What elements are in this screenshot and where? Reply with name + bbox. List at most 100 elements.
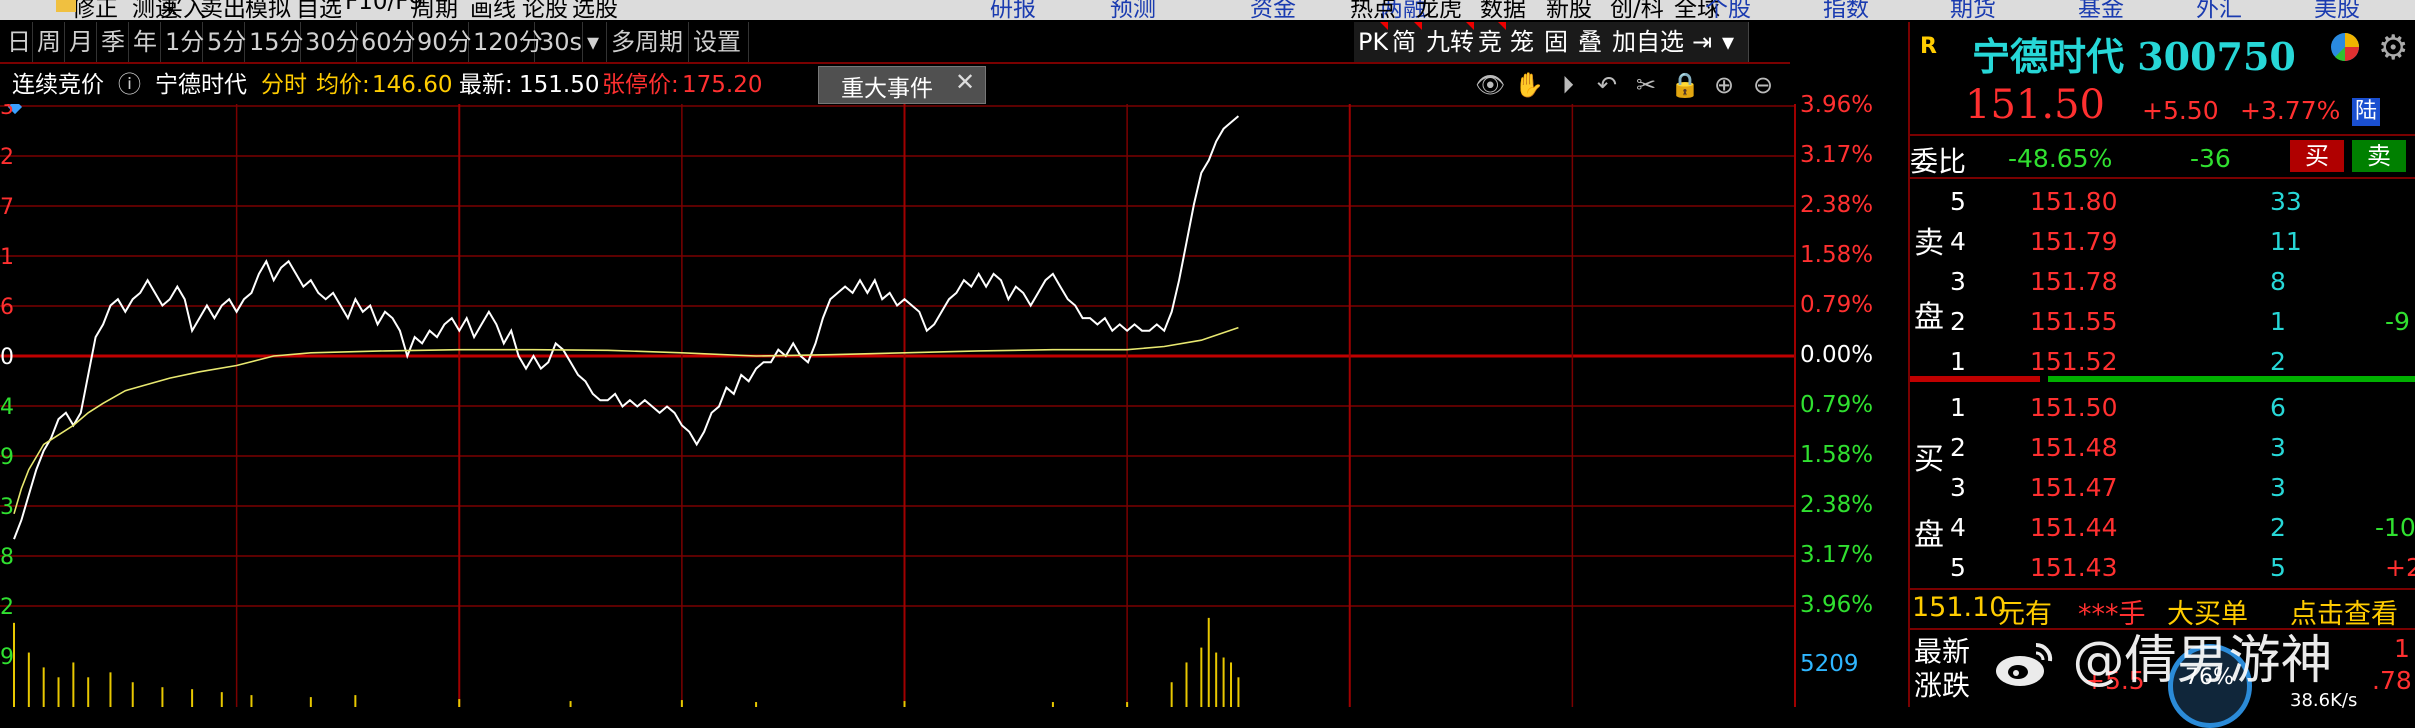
period-tab-8[interactable]: 30分: [300, 22, 360, 62]
menu-blue-item-1[interactable]: 预测: [1110, 0, 1156, 20]
last-price-label: 最新:: [459, 72, 513, 98]
period-tab-15[interactable]: 设置: [688, 22, 749, 62]
weibi-value: -48.65%: [2008, 144, 2113, 173]
menu-right-item-1[interactable]: 龙虎: [1416, 0, 1462, 20]
hand-icon[interactable]: ✋: [1514, 70, 1544, 100]
chart-tool-3[interactable]: 竞: [1474, 22, 1507, 62]
menu-right-item-4[interactable]: 创/科: [1610, 0, 1664, 20]
sell-button[interactable]: 卖: [2352, 140, 2406, 172]
chart-tool-0[interactable]: PK: [1354, 22, 1389, 62]
pct-tick-label: 3.17%: [1800, 142, 1874, 168]
zoom-out-icon[interactable]: ⊖: [1748, 70, 1778, 100]
left-axis-fragment: 3: [0, 104, 14, 120]
pie-chart-icon[interactable]: [2330, 32, 2360, 62]
avg-price-label: 均价:: [316, 72, 370, 98]
orderbook-price: 151.52: [2030, 347, 2118, 376]
menu-blue-right-item-5[interactable]: 美股: [2314, 0, 2360, 20]
menu-blue-right-item-0[interactable]: 个股: [1705, 0, 1751, 20]
orderbook-row[interactable]: 3 151.78 8: [1910, 263, 2415, 303]
period-tab-12[interactable]: 30s: [534, 22, 583, 62]
orderbook-row[interactable]: 4 151.79 11: [1910, 223, 2415, 263]
menu-right-item-2[interactable]: 数据: [1480, 0, 1526, 20]
orderbook-volume: 2: [2270, 513, 2286, 542]
orderbook-row[interactable]: 3 151.47 3: [1910, 469, 2415, 509]
chart-tool-5[interactable]: 固: [1540, 22, 1575, 62]
period-tab-0[interactable]: 日: [2, 22, 33, 62]
period-tab-6[interactable]: 5分: [202, 22, 246, 62]
menu-item-5[interactable]: 自选: [296, 0, 342, 20]
orderbook-volume: 8: [2270, 267, 2286, 296]
menu-blue-right-item-1[interactable]: 指数: [1823, 0, 1869, 20]
close-icon[interactable]: ✕: [955, 68, 975, 96]
period-tab-14[interactable]: 多周期: [606, 22, 689, 62]
pct-tick-label: 2.38%: [1800, 192, 1874, 218]
period-tab-1[interactable]: 周: [32, 22, 65, 62]
pct-tick-label: 3.96%: [1800, 592, 1874, 618]
scissors-icon[interactable]: ✂: [1631, 70, 1661, 100]
eye-icon[interactable]: 👁: [1475, 70, 1505, 100]
menu-item-10[interactable]: 选股: [572, 0, 618, 20]
chart-tool-6[interactable]: 叠: [1574, 22, 1609, 62]
orderbook-price: 151.44: [2030, 513, 2118, 542]
menu-item-7[interactable]: 周期: [412, 0, 458, 20]
info-icon[interactable]: ⓘ: [118, 68, 141, 102]
menu-item-4[interactable]: 模拟: [245, 0, 291, 20]
orderbook-row[interactable]: 1 151.50 6: [1910, 389, 2415, 429]
period-tab-2[interactable]: 月: [64, 22, 97, 62]
orderbook-row[interactable]: 2 151.48 3: [1910, 429, 2415, 469]
chart-tool-4[interactable]: 笼: [1506, 22, 1541, 62]
chart-tool-1[interactable]: 简: [1388, 22, 1423, 62]
orderbook-volume: 2: [2270, 347, 2286, 376]
orderbook-row[interactable]: 4 151.44 2 -10: [1910, 509, 2415, 549]
menu-blue-item-2[interactable]: 资金: [1250, 0, 1296, 20]
right-fragment-1: 1: [2394, 634, 2410, 663]
chart-tool-7[interactable]: 加自选: [1608, 22, 1689, 62]
menu-item-0[interactable]: 修正: [72, 0, 118, 20]
undo-icon[interactable]: ↶: [1592, 70, 1622, 100]
period-tab-10[interactable]: 90分: [412, 22, 472, 62]
menu-blue-right-item-2[interactable]: 期货: [1950, 0, 1996, 20]
orderbook-level: 2: [1950, 307, 1966, 336]
period-tab-3[interactable]: 季: [96, 22, 129, 62]
major-events-label: 重大事件: [841, 76, 933, 102]
orderbook-row[interactable]: 5 151.43 5 +2: [1910, 549, 2415, 589]
zoom-in-icon[interactable]: ⊕: [1709, 70, 1739, 100]
period-tab-7[interactable]: 15分: [244, 22, 304, 62]
period-tab-11[interactable]: 120分: [468, 22, 543, 62]
orderbook-volume: 11: [2270, 227, 2302, 256]
menu-item-3[interactable]: 卖出: [200, 0, 246, 20]
period-tab-9[interactable]: 60分: [356, 22, 416, 62]
menu-item-8[interactable]: 画线: [470, 0, 516, 20]
menu-blue-right-item-3[interactable]: 基金: [2078, 0, 2124, 20]
lu-badge[interactable]: 陆: [2352, 98, 2380, 126]
period-tab-5[interactable]: 1分: [160, 22, 204, 62]
chart-tool-9[interactable]: ▾: [1718, 22, 1749, 62]
menu-item-9[interactable]: 论股: [522, 0, 568, 20]
major-events-tab[interactable]: 重大事件 ✕: [818, 66, 986, 104]
period-tab-4[interactable]: 年: [128, 22, 161, 62]
orderbook-level: 3: [1950, 267, 1966, 296]
buy-button[interactable]: 买: [2290, 140, 2344, 172]
menu-right-item-0[interactable]: 热点: [1350, 0, 1396, 20]
orderbook-level: 2: [1950, 433, 1966, 462]
orderbook-level: 4: [1950, 227, 1966, 256]
chart-tool-8[interactable]: ⇥: [1688, 22, 1719, 62]
menu-logo-icon[interactable]: [56, 0, 76, 12]
menu-blue-item-0[interactable]: 研报: [990, 0, 1036, 20]
lock-icon[interactable]: 🔒: [1670, 70, 1700, 100]
left-axis-fragment: 8: [0, 545, 14, 570]
orderbook-price: 151.50: [2030, 393, 2118, 422]
chart-tool-2[interactable]: 九转: [1422, 22, 1475, 62]
play-icon[interactable]: ⏵: [1553, 70, 1583, 100]
menu-blue-right-item-4[interactable]: 外汇: [2196, 0, 2242, 20]
orderbook-row[interactable]: 2 151.55 1 -9: [1910, 303, 2415, 343]
orderbook-price: 151.80: [2030, 187, 2118, 216]
left-axis-fragment: 9: [0, 445, 14, 470]
period-tab-13[interactable]: ▾: [582, 22, 607, 62]
current-price: 151.50: [1965, 82, 2105, 128]
orderbook-row[interactable]: 5 151.80 33: [1910, 183, 2415, 223]
auction-status: 连续竞价: [12, 72, 104, 98]
orderbook-volume: 5: [2270, 553, 2286, 582]
gear-icon[interactable]: ⚙: [2378, 28, 2408, 68]
menu-right-item-3[interactable]: 新股: [1546, 0, 1592, 20]
